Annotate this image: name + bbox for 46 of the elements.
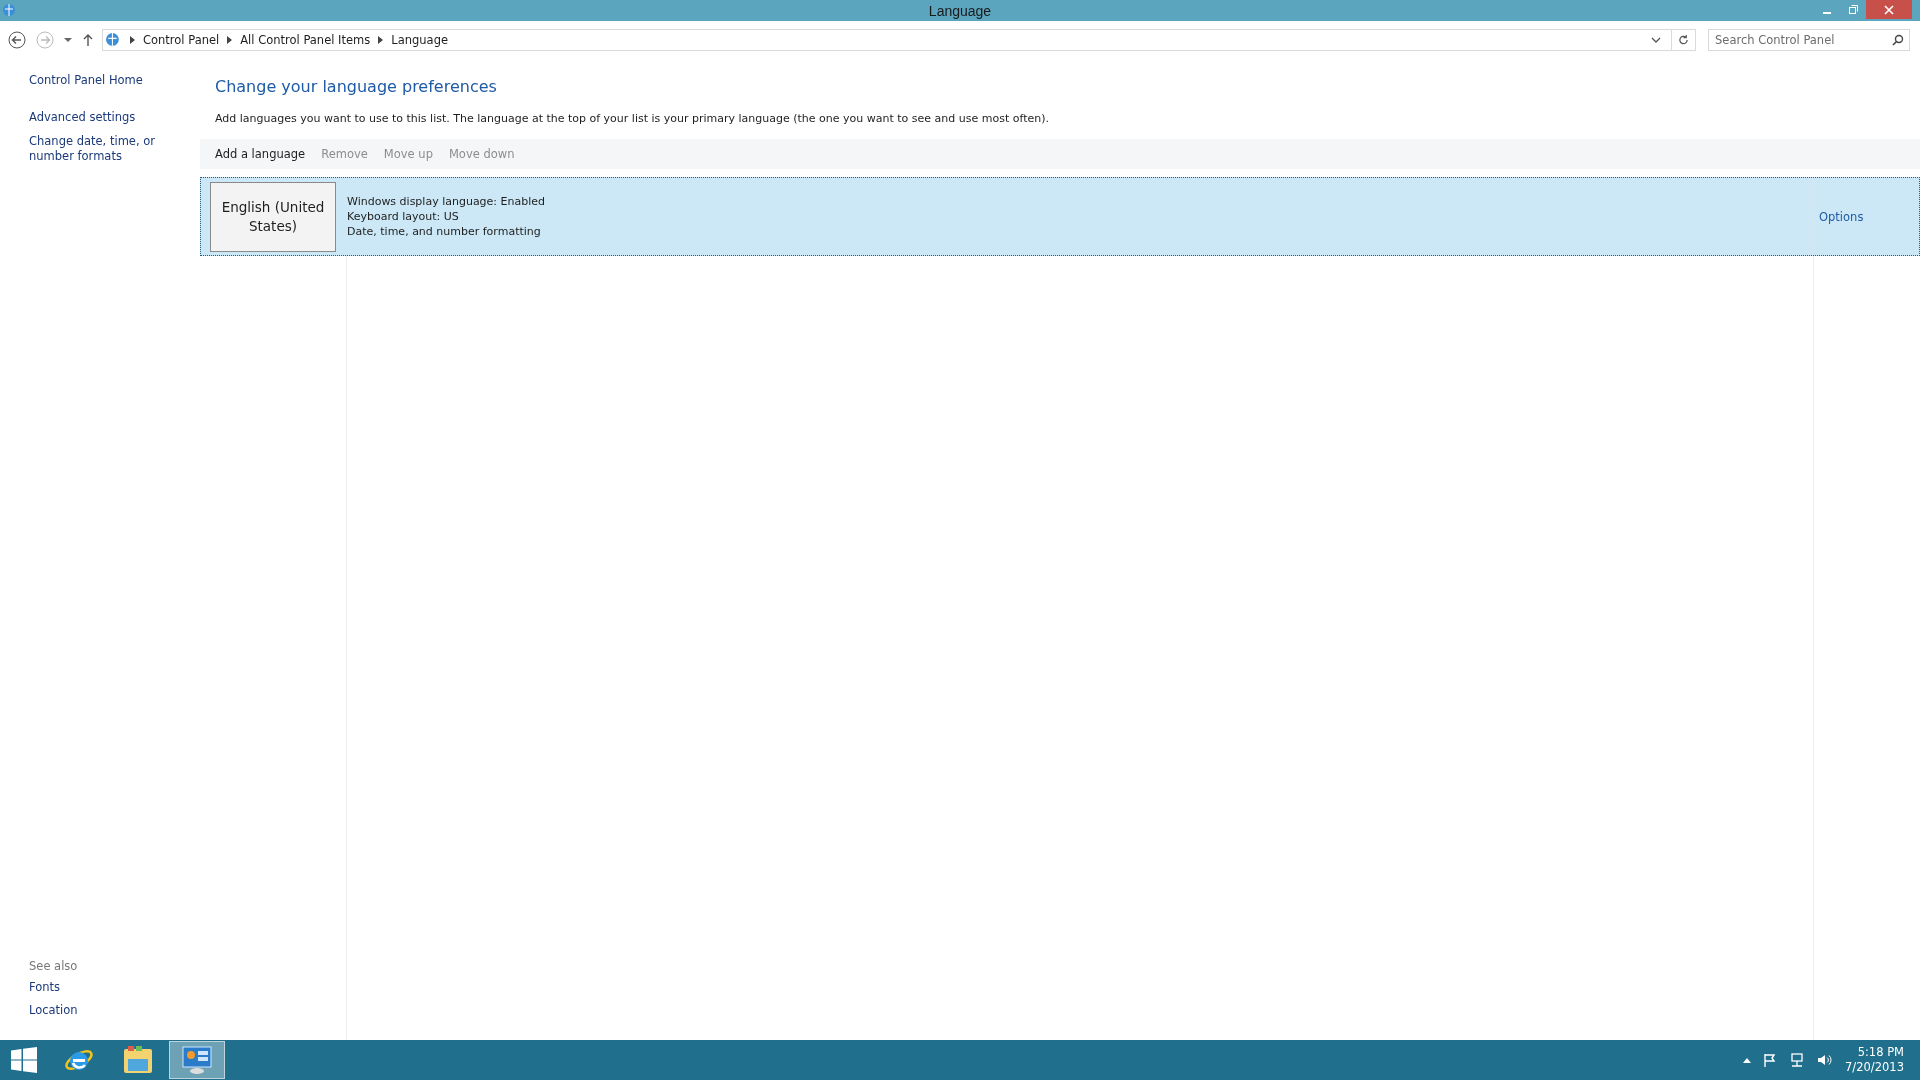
restore-icon xyxy=(1848,4,1858,15)
see-also-heading: See also xyxy=(29,959,79,973)
control-panel-taskbar-button[interactable] xyxy=(169,1041,225,1079)
network-icon[interactable] xyxy=(1789,1053,1806,1067)
back-button[interactable] xyxy=(6,29,28,51)
windows-logo-icon xyxy=(11,1047,37,1073)
chevron-icon xyxy=(378,36,384,44)
see-also-link[interactable]: Location xyxy=(29,1003,200,1018)
address-bar[interactable]: Control Panel All Control Panel Items Language xyxy=(102,29,1696,51)
sidebar-link[interactable]: Change date, time, or number formats xyxy=(29,134,200,164)
description-text: Add languages you want to use to this list. The language at the top of your list is your primary language (the one you want to see and use most often). xyxy=(215,112,1050,125)
clock[interactable]: 5:18 PM 7/20/2013 xyxy=(1845,1045,1904,1075)
see-also-link[interactable]: Fonts xyxy=(29,980,200,995)
chevron-icon xyxy=(130,36,135,44)
globe-icon xyxy=(2,2,18,19)
globe-icon xyxy=(105,31,122,49)
minimize-icon xyxy=(1823,11,1831,14)
window-title: Language xyxy=(928,2,992,19)
speaker-icon[interactable] xyxy=(1817,1053,1834,1067)
close-icon xyxy=(1884,4,1894,15)
breadcrumb[interactable]: Control Panel xyxy=(143,33,220,47)
search-icon[interactable] xyxy=(1892,34,1904,46)
folder-icon xyxy=(122,1045,154,1075)
chevron-down-icon[interactable] xyxy=(1651,37,1661,43)
flag-icon[interactable] xyxy=(1763,1053,1778,1067)
show-hidden-icons-icon[interactable] xyxy=(1743,1057,1752,1063)
clock-time: 5:18 PM xyxy=(1857,1045,1904,1060)
toolbar-button[interactable]: Add a language xyxy=(208,145,313,163)
breadcrumb[interactable]: Language xyxy=(391,33,448,47)
language-detail: Date, time, and number formatting xyxy=(347,224,542,239)
recent-dropdown-button[interactable] xyxy=(62,35,74,45)
language-tile[interactable]: English (United States) xyxy=(210,181,336,252)
breadcrumb[interactable]: All Control Panel Items xyxy=(240,33,371,47)
control-panel-icon xyxy=(181,1045,213,1075)
options-link[interactable]: Options xyxy=(1819,209,1864,224)
language-detail: Keyboard layout: US xyxy=(347,209,460,224)
refresh-icon xyxy=(1678,34,1689,46)
language-detail: Windows display language: Enabled xyxy=(347,194,547,209)
page-heading: Change your language preferences xyxy=(215,77,498,96)
close-button[interactable] xyxy=(1866,0,1912,19)
search-field[interactable]: Search Control Panel xyxy=(1708,29,1910,51)
language-row[interactable]: English (United States) Windows display language: Enabled Keyboard layout: US Date, time, and number formatting Options xyxy=(200,177,1920,256)
sidebar-link[interactable]: Advanced settings xyxy=(29,110,200,125)
chevron-icon xyxy=(227,36,233,44)
clock-date: 7/20/2013 xyxy=(1845,1060,1904,1075)
sidebar-link[interactable]: Control Panel Home xyxy=(29,73,200,88)
